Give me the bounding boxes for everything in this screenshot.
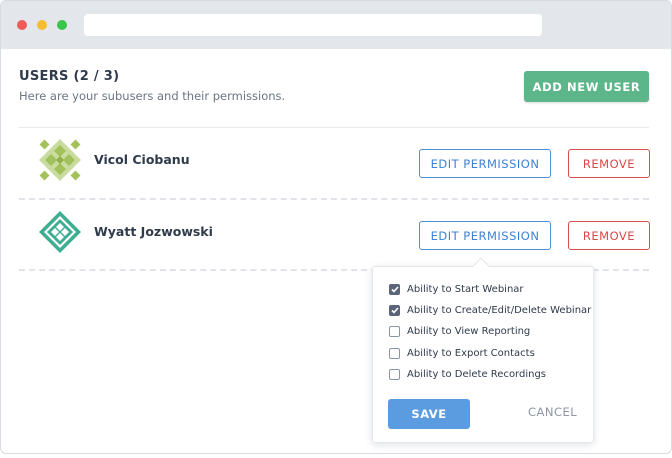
edit-permission-button[interactable]: EDIT PERMISSION — [419, 149, 551, 178]
permission-item-delete-recordings[interactable]: Ability to Delete Recordings — [389, 366, 546, 382]
user-avatar-icon — [39, 211, 81, 253]
user-name: Wyatt Jozwowski — [94, 224, 213, 239]
minimize-window-dot[interactable] — [37, 20, 47, 30]
checkbox-checked-icon[interactable] — [389, 283, 400, 295]
edit-permission-button[interactable]: EDIT PERMISSION — [419, 221, 551, 250]
row-divider — [19, 198, 649, 200]
permission-label: Ability to Export Contacts — [407, 347, 535, 359]
permission-label: Ability to Create/Edit/Delete Webinar — [407, 304, 592, 316]
checkbox-unchecked-icon[interactable] — [389, 325, 400, 337]
page-title: USERS (2 / 3) — [19, 69, 120, 84]
permission-item-start-webinar[interactable]: Ability to Start Webinar — [389, 281, 524, 297]
maximize-window-dot[interactable] — [57, 20, 67, 30]
remove-user-button[interactable]: REMOVE — [568, 149, 650, 178]
add-new-user-button[interactable]: ADD NEW USER — [524, 71, 649, 102]
browser-window: USERS (2 / 3) Here are your subusers and… — [0, 0, 672, 454]
permission-label: Ability to Start Webinar — [407, 283, 524, 295]
page-subtitle: Here are your subusers and their permiss… — [19, 89, 286, 103]
cancel-permissions-button[interactable]: CANCEL — [528, 405, 577, 419]
user-row: Vicol Ciobanu EDIT PERMISSION REMOVE — [19, 129, 650, 199]
checkbox-unchecked-icon[interactable] — [389, 368, 400, 380]
header-divider — [19, 127, 649, 128]
permission-item-export-contacts[interactable]: Ability to Export Contacts — [389, 345, 535, 361]
permission-item-view-reporting[interactable]: Ability to View Reporting — [389, 323, 530, 339]
permissions-popover: Ability to Start Webinar Ability to Crea… — [372, 257, 594, 443]
remove-user-button[interactable]: REMOVE — [568, 221, 650, 250]
window-titlebar — [1, 1, 671, 49]
save-permissions-button[interactable]: SAVE — [388, 399, 470, 429]
checkbox-checked-icon[interactable] — [389, 304, 400, 316]
permission-label: Ability to View Reporting — [407, 325, 531, 337]
checkbox-unchecked-icon[interactable] — [389, 347, 400, 359]
user-row: Wyatt Jozwowski EDIT PERMISSION REMOVE — [19, 201, 650, 271]
close-window-dot[interactable] — [17, 20, 27, 30]
user-name: Vicol Ciobanu — [94, 152, 190, 167]
user-avatar-icon — [39, 139, 81, 181]
permission-label: Ability to Delete Recordings — [407, 368, 547, 380]
address-bar[interactable] — [84, 14, 542, 36]
permission-item-create-edit-delete-webinar[interactable]: Ability to Create/Edit/Delete Webinar — [389, 302, 591, 318]
